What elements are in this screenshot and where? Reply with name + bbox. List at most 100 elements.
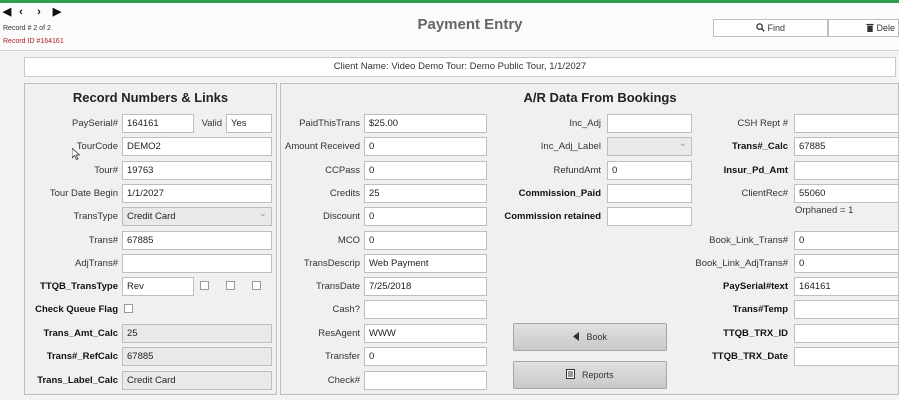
- reports-button[interactable]: Reports: [513, 361, 667, 389]
- trash-icon: [866, 23, 874, 32]
- mouse-cursor-icon: [72, 148, 81, 160]
- trans-calc-field[interactable]: 67885: [794, 137, 899, 156]
- find-label: Find: [767, 23, 786, 33]
- ttqb-trx-id-field[interactable]: [794, 324, 899, 343]
- clientrec-label: ClientRec#: [741, 188, 788, 199]
- tour-field[interactable]: 19763: [122, 161, 272, 180]
- reports-label: Reports: [582, 370, 614, 380]
- ttqb-checkbox-1[interactable]: [200, 281, 209, 290]
- page-title: Payment Entry: [417, 16, 523, 33]
- inc-adj-field[interactable]: [607, 114, 692, 133]
- trans-field[interactable]: 67885: [122, 231, 272, 250]
- book-button[interactable]: Book: [513, 323, 667, 351]
- transfer-field[interactable]: 0: [364, 347, 487, 366]
- inc-adj-label-select[interactable]: [607, 137, 692, 156]
- inc-adj-label-label: Inc_Adj_Label: [540, 141, 601, 152]
- mco-field[interactable]: 0: [364, 231, 487, 250]
- paidthistrans-field[interactable]: $25.00: [364, 114, 487, 133]
- ttqb-checkbox-3[interactable]: [252, 281, 261, 290]
- book-link-trans-field[interactable]: 0: [794, 231, 899, 250]
- credits-label: Credits: [329, 188, 360, 199]
- record-numbers-title: Record Numbers & Links: [72, 90, 229, 105]
- orphaned-text: Orphaned = 1: [795, 205, 854, 216]
- check-number-field[interactable]: [364, 371, 487, 390]
- client-name-bar: Client Name: Video Demo Tour: Demo Publi…: [24, 57, 896, 77]
- discount-label: Discount: [323, 211, 360, 222]
- ttqb-checkbox-2[interactable]: [226, 281, 235, 290]
- find-button[interactable]: Find: [713, 19, 828, 37]
- valid-label: Valid: [201, 118, 222, 129]
- csh-rept-field[interactable]: [794, 114, 899, 133]
- discount-field[interactable]: 0: [364, 207, 487, 226]
- book-link-trans-label: Book_Link_Trans#: [709, 235, 788, 246]
- check-queue-flag-label: Check Queue Flag: [35, 304, 118, 315]
- trans-refcalc-label: Trans#_RefCalc: [46, 351, 118, 362]
- adjtrans-label: AdjTrans#: [75, 258, 118, 269]
- book-link-adjtrans-field[interactable]: 0: [794, 254, 899, 273]
- ttqb-transtype-field[interactable]: Rev: [122, 277, 194, 296]
- commission-retained-field[interactable]: [607, 207, 692, 226]
- amount-received-field[interactable]: 0: [364, 137, 487, 156]
- refundamt-label: RefundAmt: [553, 165, 601, 176]
- payserial-text-label: PaySerial#text: [723, 281, 788, 292]
- ar-data-title: A/R Data From Bookings: [523, 90, 677, 105]
- trans-amt-calc-field[interactable]: 25: [122, 324, 272, 343]
- ttqb-transtype-label: TTQB_TransType: [40, 281, 118, 292]
- valid-field[interactable]: Yes: [226, 114, 272, 133]
- transdate-label: TransDate: [316, 281, 360, 292]
- refundamt-field[interactable]: 0: [607, 161, 692, 180]
- delete-button[interactable]: Dele: [828, 19, 899, 37]
- ttqb-trx-date-label: TTQB_TRX_Date: [711, 351, 788, 362]
- insur-pd-amt-label: Insur_Pd_Amt: [723, 165, 788, 176]
- commission-retained-label: Commission retained: [504, 211, 601, 222]
- clientrec-field[interactable]: 55060: [794, 184, 899, 203]
- last-record-icon[interactable]: ▶: [50, 6, 64, 18]
- trans-label-calc-label: Trans_Label_Calc: [37, 375, 118, 386]
- credits-field[interactable]: 25: [364, 184, 487, 203]
- tour-label: Tour#: [94, 165, 118, 176]
- trans-refcalc-field[interactable]: 67885: [122, 347, 272, 366]
- ttqb-trx-date-field[interactable]: [794, 347, 899, 366]
- transdescrip-label: TransDescrip: [303, 258, 360, 269]
- payserial-field[interactable]: 164161: [122, 114, 194, 133]
- inc-adj-label: Inc_Adj: [569, 118, 601, 129]
- trans-amt-calc-label: Trans_Amt_Calc: [43, 328, 118, 339]
- report-icon: [566, 369, 576, 379]
- ccpass-field[interactable]: 0: [364, 161, 487, 180]
- resagent-field[interactable]: WWW: [364, 324, 487, 343]
- insur-pd-amt-field[interactable]: [794, 161, 899, 180]
- next-record-icon[interactable]: ›: [32, 6, 46, 18]
- mco-label: MCO: [337, 235, 360, 246]
- magnifier-icon: [756, 23, 765, 32]
- transdescrip-field[interactable]: Web Payment: [364, 254, 487, 273]
- resagent-label: ResAgent: [318, 328, 360, 339]
- adjtrans-field[interactable]: [122, 254, 272, 273]
- trans-label-calc-field[interactable]: Credit Card: [122, 371, 272, 390]
- transtype-label: TransType: [73, 211, 118, 222]
- arrow-left-icon: [572, 332, 579, 341]
- amount-received-label: Amount Received: [285, 141, 360, 152]
- book-label: Book: [586, 332, 608, 342]
- trans-temp-field[interactable]: [794, 300, 899, 319]
- tourcode-field[interactable]: DEMO2: [122, 137, 272, 156]
- trans-calc-label: Trans#_Calc: [732, 141, 788, 152]
- check-queue-flag-checkbox[interactable]: [124, 304, 133, 313]
- paidthistrans-label: PaidThisTrans: [299, 118, 360, 129]
- transdate-field[interactable]: 7/25/2018: [364, 277, 487, 296]
- commission-paid-label: Commission_Paid: [518, 188, 601, 199]
- transtype-select[interactable]: Credit Card: [122, 207, 272, 226]
- prev-record-icon[interactable]: ‹: [14, 6, 28, 18]
- tour-date-begin-field[interactable]: 1/1/2027: [122, 184, 272, 203]
- cash-field[interactable]: [364, 300, 487, 319]
- payserial-label: PaySerial#: [72, 118, 118, 129]
- csh-rept-label: CSH Rept #: [737, 118, 788, 129]
- transtype-value: Credit Card: [127, 211, 176, 222]
- delete-label: Dele: [876, 23, 896, 33]
- commission-paid-field[interactable]: [607, 184, 692, 203]
- transfer-label: Transfer: [324, 351, 360, 362]
- payserial-text-field[interactable]: 164161: [794, 277, 899, 296]
- first-record-icon[interactable]: ◀: [0, 6, 14, 18]
- record-id: Record ID #164161: [3, 38, 64, 45]
- ccpass-label: CCPass: [325, 165, 360, 176]
- ttqb-trx-id-label: TTQB_TRX_ID: [723, 328, 788, 339]
